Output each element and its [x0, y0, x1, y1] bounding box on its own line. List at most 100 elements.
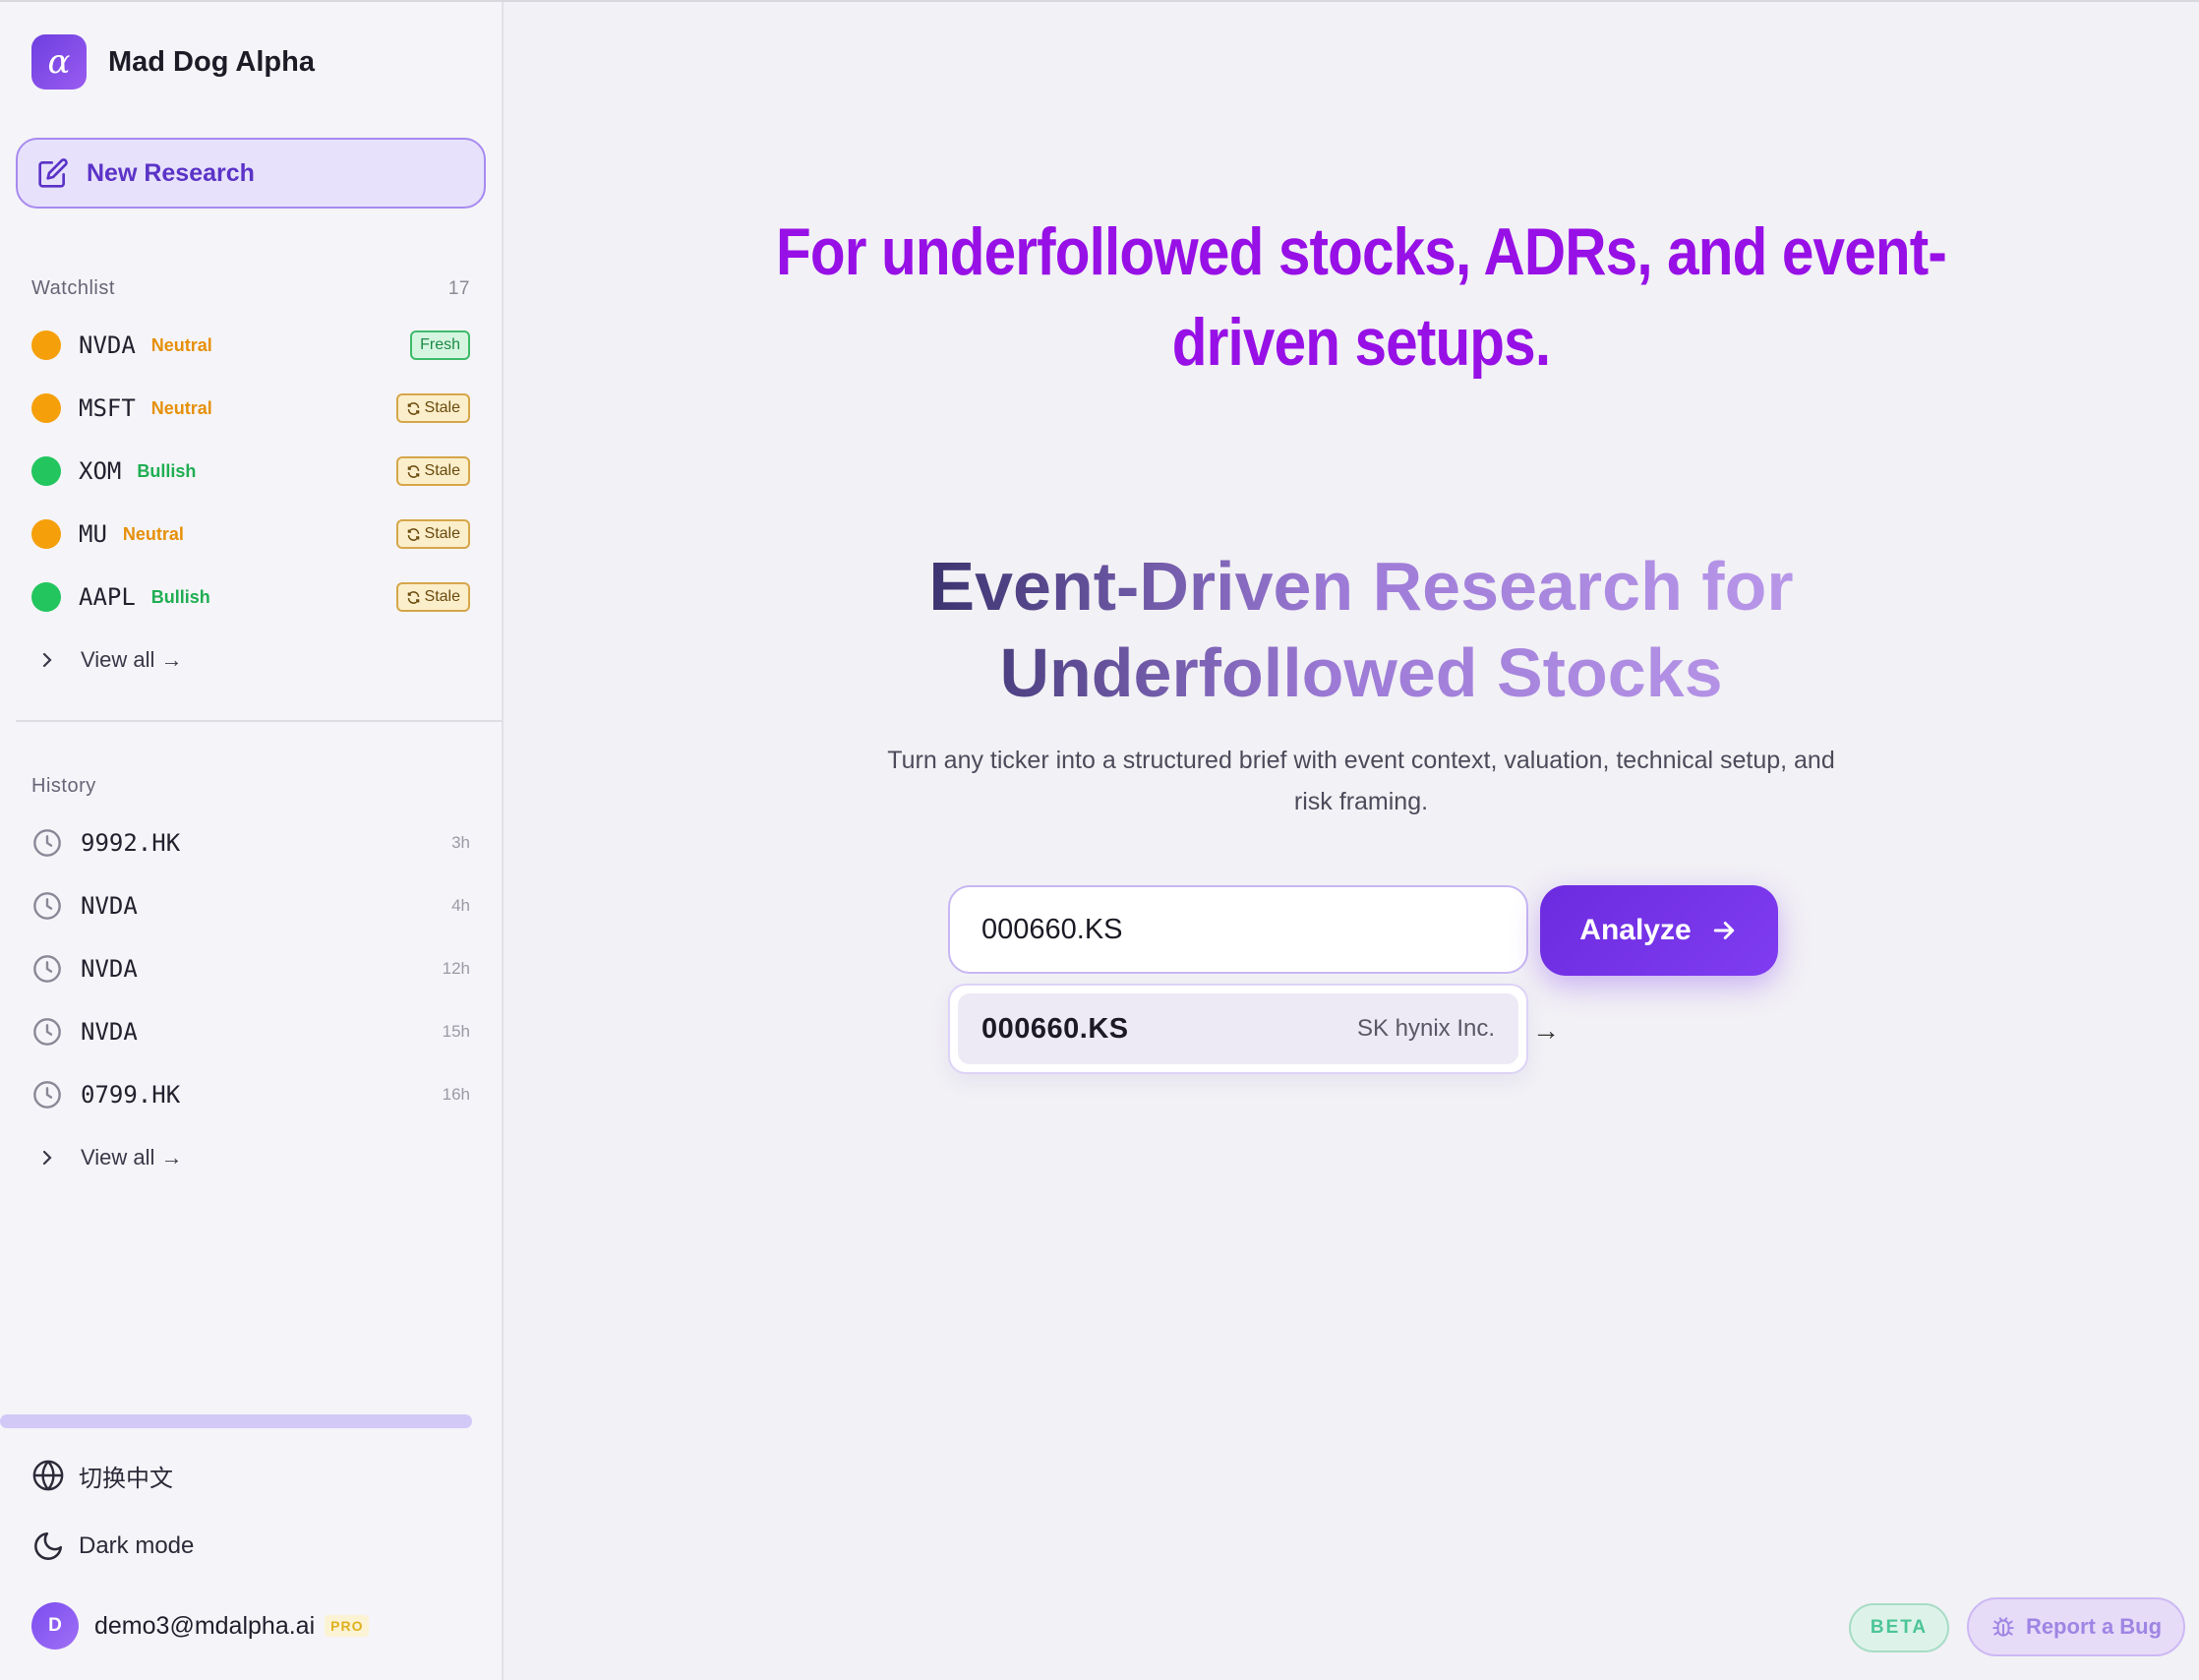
status-badge: Stale — [395, 393, 470, 423]
suggestion-company: SK hynix Inc. — [1356, 1015, 1495, 1042]
analyze-label: Analyze — [1579, 914, 1692, 946]
beta-badge: BETA — [1849, 1603, 1949, 1652]
edit-icon — [38, 158, 68, 188]
dark-mode-label: Dark mode — [79, 1532, 195, 1559]
history-header: History — [31, 775, 470, 798]
sidebar-scrollbar[interactable] — [0, 1414, 472, 1428]
status-badge-label: Stale — [424, 462, 460, 479]
autocomplete-dropdown: 000660.KS SK hynix Inc. — [948, 984, 1528, 1074]
history-view-all[interactable]: View all → — [31, 1136, 470, 1179]
watchlist-item-aapl[interactable]: AAPL Bullish Stale — [31, 575, 470, 619]
refresh-icon — [407, 527, 419, 541]
hero-tagline: For underfollowed stocks, ADRs, and even… — [776, 214, 1947, 380]
language-toggle-label: 切换中文 — [79, 1465, 173, 1492]
report-bug-label: Report a Bug — [2025, 1614, 2163, 1639]
history-age: 12h — [442, 959, 470, 978]
ticker-label: NVDA — [81, 955, 138, 983]
report-bug-button[interactable]: Report a Bug — [1967, 1597, 2185, 1656]
clock-icon — [33, 955, 61, 983]
ticker-label: AAPL — [79, 583, 136, 611]
language-toggle[interactable]: 切换中文 — [31, 1454, 470, 1497]
watchlist-item-mu[interactable]: MU Neutral Stale — [31, 512, 470, 556]
watchlist-count: 17 — [447, 277, 470, 299]
watchlist-view-all[interactable]: View all → — [31, 638, 470, 682]
bug-icon — [1992, 1617, 2014, 1637]
ticker-label: MSFT — [79, 394, 136, 422]
sidebar: α Mad Dog Alpha New Research Watchlist 1… — [0, 2, 504, 1680]
ticker-label: XOM — [79, 457, 122, 485]
ticker-label: MU — [79, 520, 107, 548]
history-item[interactable]: NVDA 4h — [31, 884, 470, 928]
ticker-label: NVDA — [79, 331, 136, 359]
sentiment-label: Neutral — [122, 523, 184, 544]
analyze-button[interactable]: Analyze — [1540, 885, 1778, 976]
page-subtitle: Turn any ticker into a structured brief … — [887, 747, 1835, 815]
chevron-right-icon — [42, 1150, 52, 1166]
history-age: 4h — [451, 896, 470, 915]
ticker-search-input[interactable] — [948, 885, 1528, 974]
chevron-right-icon — [42, 652, 52, 668]
dark-mode-toggle[interactable]: Dark mode — [31, 1525, 470, 1568]
view-all-link: View all → — [81, 1145, 183, 1170]
clock-icon — [33, 1081, 61, 1109]
status-badge-label: Stale — [424, 399, 460, 416]
avatar: D — [31, 1602, 79, 1650]
sentiment-dot — [31, 330, 61, 360]
watchlist-header: Watchlist 17 — [31, 277, 470, 300]
history-item[interactable]: NVDA 12h — [31, 947, 470, 990]
sentiment-dot — [31, 456, 61, 486]
sentiment-label: Neutral — [150, 334, 212, 355]
sidebar-divider — [16, 720, 502, 722]
new-research-button[interactable]: New Research — [16, 138, 486, 209]
history-item[interactable]: 0799.HK 16h — [31, 1073, 470, 1116]
status-badge: Stale — [395, 582, 470, 612]
history-age: 15h — [442, 1022, 470, 1041]
user-email: demo3@mdalpha.ai — [94, 1611, 316, 1640]
autocomplete-option[interactable]: 000660.KS SK hynix Inc. — [958, 993, 1518, 1064]
suggestion-ticker: 000660.KS — [981, 1012, 1129, 1045]
watchlist-title: Watchlist — [31, 277, 115, 299]
history-age: 16h — [442, 1085, 470, 1104]
clock-icon — [33, 1018, 61, 1046]
view-all-link: View all → — [81, 647, 183, 672]
status-badge: Stale — [395, 456, 470, 486]
brand-name: Mad Dog Alpha — [108, 45, 315, 78]
clock-icon — [33, 892, 61, 920]
history-age: 3h — [451, 833, 470, 852]
status-badge-label: Stale — [424, 588, 460, 605]
watchlist-item-nvda[interactable]: NVDA Neutral Fresh — [31, 324, 470, 367]
arrow-right-icon: → — [1532, 1015, 1560, 1046]
sentiment-dot — [31, 393, 61, 423]
status-badge: Stale — [395, 519, 470, 549]
ticker-label: NVDA — [81, 892, 138, 920]
page-title: Event-Driven Research for Underfollowed … — [688, 543, 2034, 716]
alpha-logo-icon: α — [31, 34, 87, 90]
history-item[interactable]: 9992.HK 3h — [31, 821, 470, 865]
sentiment-dot — [31, 519, 61, 549]
ticker-label: NVDA — [81, 1018, 138, 1046]
sentiment-dot — [31, 582, 61, 612]
watchlist-item-xom[interactable]: XOM Bullish Stale — [31, 450, 470, 493]
moon-icon — [34, 1531, 63, 1560]
clock-icon — [33, 829, 61, 857]
app-window: α Mad Dog Alpha New Research Watchlist 1… — [0, 0, 2199, 1680]
refresh-icon — [407, 401, 419, 415]
sentiment-label: Bullish — [150, 586, 210, 607]
brand[interactable]: α Mad Dog Alpha — [31, 33, 315, 90]
history-title: History — [31, 775, 96, 797]
globe-icon — [32, 1460, 64, 1491]
status-badge: Fresh — [410, 330, 470, 360]
plan-badge: PRO — [325, 1615, 370, 1637]
refresh-icon — [407, 590, 419, 604]
new-research-label: New Research — [87, 158, 255, 187]
sentiment-label: Bullish — [137, 460, 197, 481]
watchlist-item-msft[interactable]: MSFT Neutral Stale — [31, 387, 470, 430]
status-badge-label: Stale — [424, 525, 460, 542]
refresh-icon — [407, 464, 419, 478]
sentiment-label: Neutral — [150, 397, 212, 418]
ticker-label: 0799.HK — [81, 1081, 181, 1109]
ticker-label: 9992.HK — [81, 829, 181, 857]
user-account[interactable]: D demo3@mdalpha.ai PRO — [31, 1601, 370, 1650]
arrow-right-icon — [1713, 922, 1734, 939]
history-item[interactable]: NVDA 15h — [31, 1010, 470, 1053]
